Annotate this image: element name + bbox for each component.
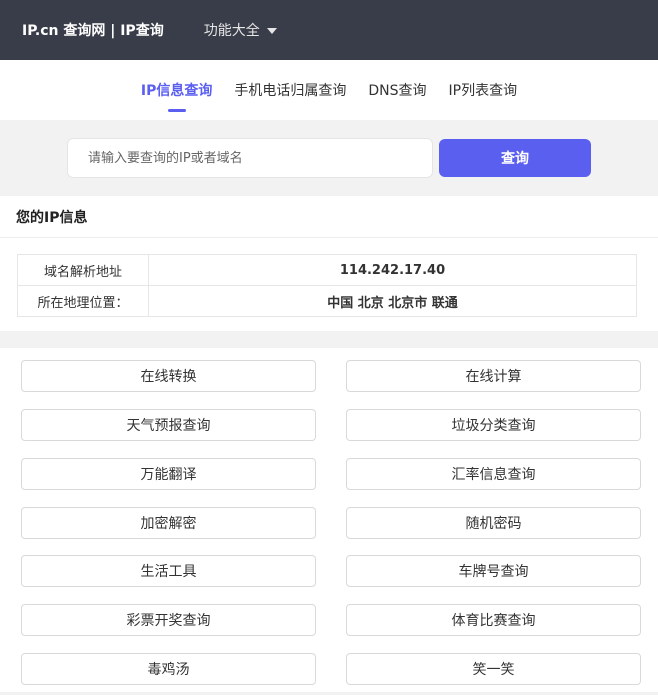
tab-label: IP列表查询 [448, 83, 518, 99]
query-tabs: IP信息查询 手机电话归属查询 DNS查询 IP列表查询 [0, 60, 658, 120]
tool-online-calc-button[interactable]: 在线计算 [346, 360, 641, 392]
row-value: 中国 北京 北京市 联通 [148, 285, 637, 317]
row-value: 114.242.17.40 [148, 254, 637, 286]
ip-info-panel: 您的IP信息 域名解析地址 114.242.17.40 所在地理位置： 中国 北… [0, 196, 658, 331]
tools-grid: 在线转换 在线计算 天气预报查询 垃圾分类查询 万能翻译 汇率信息查询 加密解密… [0, 348, 658, 692]
tab-ip-list[interactable]: IP列表查询 [449, 80, 518, 100]
tab-label: 手机电话归属查询 [234, 83, 347, 99]
table-row: 所在地理位置： 中国 北京 北京市 联通 [17, 285, 637, 317]
row-key: 域名解析地址 [17, 254, 149, 286]
tab-ip-info[interactable]: IP信息查询 [140, 80, 213, 112]
tool-sports-button[interactable]: 体育比赛查询 [346, 604, 641, 637]
tab-label: IP信息查询 [140, 83, 213, 99]
top-navbar: IP.cn 查询网 | IP查询 功能大全 [0, 0, 658, 60]
ip-info-table: 域名解析地址 114.242.17.40 所在地理位置： 中国 北京 北京市 联… [17, 254, 637, 317]
row-key: 所在地理位置： [17, 285, 149, 317]
tool-encrypt-button[interactable]: 加密解密 [21, 506, 316, 539]
search-input[interactable] [67, 138, 433, 178]
tool-weather-button[interactable]: 天气预报查询 [21, 408, 316, 441]
panel-body: 域名解析地址 114.242.17.40 所在地理位置： 中国 北京 北京市 联… [0, 238, 658, 331]
tab-phone-lookup[interactable]: 手机电话归属查询 [234, 80, 346, 100]
site-brand[interactable]: IP.cn 查询网 | IP查询 [22, 20, 164, 40]
features-menu[interactable]: 功能大全 [204, 20, 277, 40]
active-tab-indicator [167, 109, 186, 112]
tool-random-password-button[interactable]: 随机密码 [346, 506, 641, 539]
tab-label: DNS查询 [368, 83, 427, 99]
tool-online-convert-button[interactable]: 在线转换 [21, 360, 316, 392]
search-button[interactable]: 查询 [439, 139, 591, 177]
caret-down-icon [266, 28, 277, 34]
tab-dns-lookup[interactable]: DNS查询 [368, 80, 426, 100]
tool-garbage-sort-button[interactable]: 垃圾分类查询 [346, 408, 641, 441]
tool-joke-button[interactable]: 笑一笑 [346, 653, 641, 686]
tool-life-tools-button[interactable]: 生活工具 [21, 555, 316, 588]
tool-chicken-soup-button[interactable]: 毒鸡汤 [21, 653, 316, 686]
tool-plate-lookup-button[interactable]: 车牌号查询 [346, 555, 641, 588]
tool-translate-button[interactable]: 万能翻译 [21, 457, 316, 490]
search-bar: 查询 [0, 120, 658, 196]
features-menu-label: 功能大全 [203, 23, 260, 39]
tool-lottery-button[interactable]: 彩票开奖查询 [21, 604, 316, 637]
panel-title: 您的IP信息 [0, 196, 658, 238]
table-row: 域名解析地址 114.242.17.40 [17, 254, 637, 286]
tool-exchange-rate-button[interactable]: 汇率信息查询 [346, 457, 641, 490]
